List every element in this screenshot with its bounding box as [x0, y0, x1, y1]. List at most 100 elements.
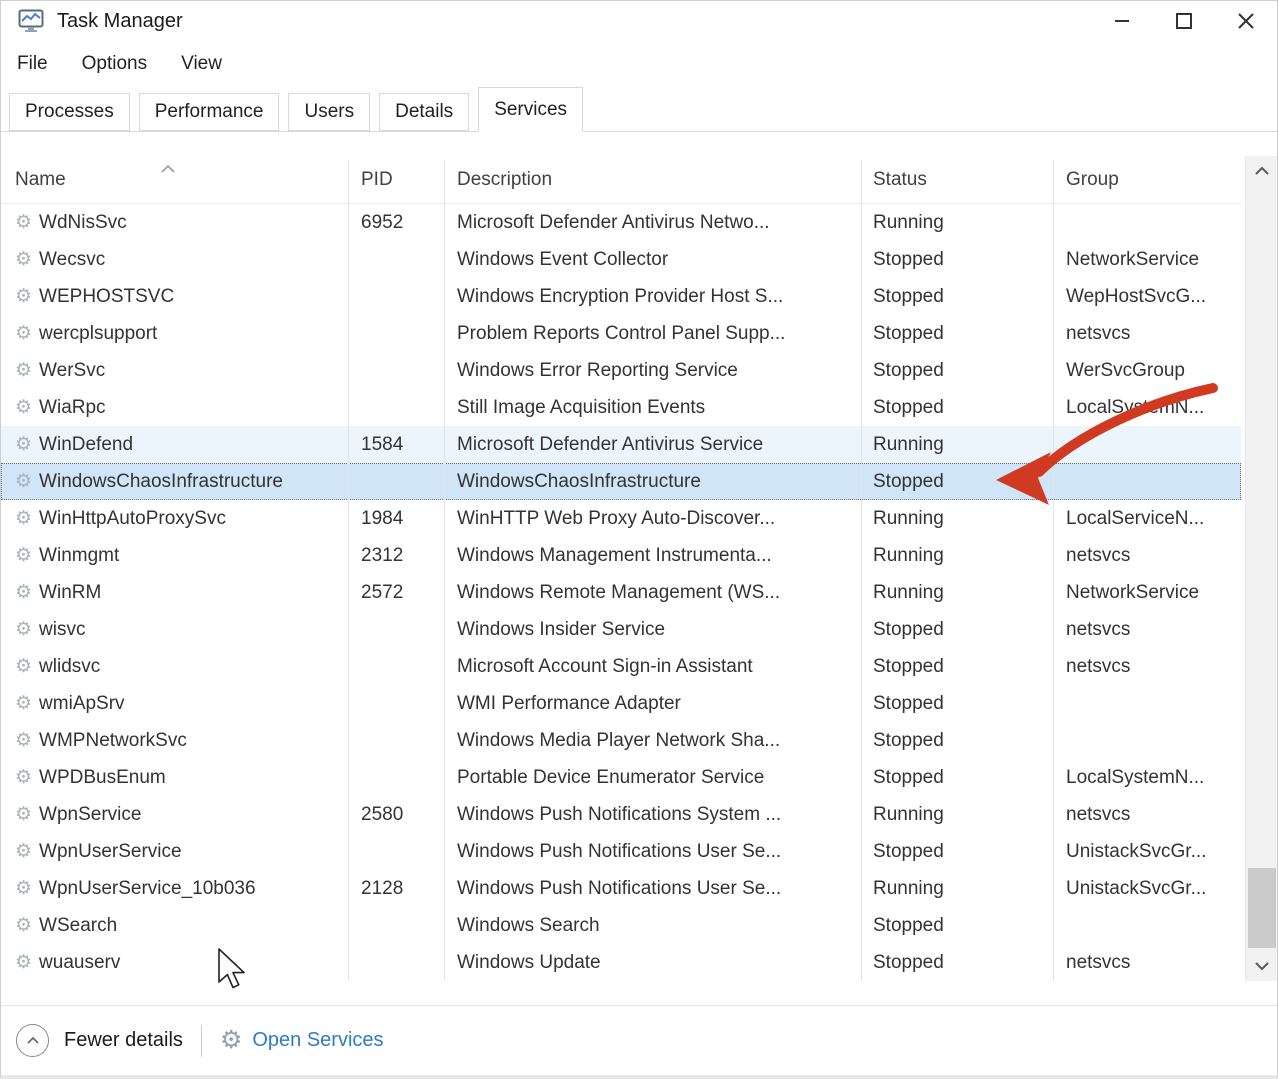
close-button[interactable]	[1215, 1, 1277, 41]
column-header-description[interactable]: Description	[444, 156, 861, 203]
maximize-button[interactable]	[1153, 1, 1215, 41]
service-row[interactable]: ⚙WinHttpAutoProxySvc1984WinHTTP Web Prox…	[1, 500, 1241, 537]
service-status-cell: Stopped	[861, 249, 1053, 271]
service-name-cell: ⚙WpnUserService	[1, 841, 348, 863]
sort-ascending-icon	[161, 157, 175, 179]
service-status-cell: Stopped	[861, 767, 1053, 789]
service-status-cell: Stopped	[861, 841, 1053, 863]
service-name-cell: ⚙WerSvc	[1, 360, 348, 382]
service-status-cell: Stopped	[861, 952, 1053, 974]
service-group-cell: LocalServiceN...	[1053, 508, 1241, 530]
service-name-cell: ⚙Wecsvc	[1, 249, 348, 271]
service-name-cell: ⚙WinRM	[1, 582, 348, 604]
scrollbar-down-button[interactable]	[1246, 951, 1278, 981]
service-gear-icon: ⚙	[15, 842, 32, 861]
footer-bar: Fewer details ⚙ Open Services	[1, 1006, 1277, 1075]
service-row[interactable]: ⚙WinDefend1584Microsoft Defender Antivir…	[1, 426, 1241, 463]
service-description-cell: Windows Media Player Network Sha...	[444, 730, 861, 752]
column-divider[interactable]	[348, 160, 349, 981]
menu-options[interactable]: Options	[78, 51, 151, 77]
menu-view[interactable]: View	[177, 51, 226, 77]
service-name-label: wisvc	[39, 619, 85, 641]
service-gear-icon: ⚙	[15, 694, 32, 713]
service-group-cell: UnistackSvcGr...	[1053, 878, 1241, 900]
service-description-cell: Windows Push Notifications System ...	[444, 804, 861, 826]
tab-processes[interactable]: Processes	[9, 93, 130, 131]
vertical-scrollbar[interactable]	[1245, 156, 1277, 981]
service-description-cell: Windows Push Notifications User Se...	[444, 878, 861, 900]
services-list: Name PID Description Status Group ⚙WdNis…	[1, 156, 1277, 981]
service-gear-icon: ⚙	[15, 472, 32, 491]
service-row[interactable]: ⚙wlidsvcMicrosoft Account Sign-in Assist…	[1, 648, 1241, 685]
column-header-status[interactable]: Status	[861, 156, 1053, 203]
service-row[interactable]: ⚙wercplsupportProblem Reports Control Pa…	[1, 315, 1241, 352]
column-header-pid[interactable]: PID	[348, 156, 444, 203]
service-description-cell: Windows Event Collector	[444, 249, 861, 271]
service-row[interactable]: ⚙WecsvcWindows Event CollectorStoppedNet…	[1, 241, 1241, 278]
titlebar: Task Manager	[1, 1, 1277, 41]
service-row[interactable]: ⚙WinRM2572Windows Remote Management (WS.…	[1, 574, 1241, 611]
service-name-cell: ⚙WEPHOSTSVC	[1, 286, 348, 308]
tab-details[interactable]: Details	[379, 93, 469, 131]
service-name-cell: ⚙wlidsvc	[1, 656, 348, 678]
service-description-cell: WindowsChaosInfrastructure	[444, 471, 861, 493]
service-gear-icon: ⚙	[15, 546, 32, 565]
minimize-button[interactable]	[1091, 1, 1153, 41]
service-row[interactable]: ⚙WMPNetworkSvcWindows Media Player Netwo…	[1, 722, 1241, 759]
tab-users[interactable]: Users	[288, 93, 370, 131]
service-gear-icon: ⚙	[15, 509, 32, 528]
column-divider[interactable]	[444, 160, 445, 981]
service-row[interactable]: ⚙Winmgmt2312Windows Management Instrumen…	[1, 537, 1241, 574]
service-row[interactable]: ⚙WpnService2580Windows Push Notification…	[1, 796, 1241, 833]
service-description-cell: WMI Performance Adapter	[444, 693, 861, 715]
service-description-cell: Windows Update	[444, 952, 861, 974]
service-status-cell: Stopped	[861, 915, 1053, 937]
service-row[interactable]: ⚙wisvcWindows Insider ServiceStoppednets…	[1, 611, 1241, 648]
service-pid-cell: 2580	[348, 804, 444, 826]
column-header-name[interactable]: Name	[1, 156, 348, 203]
service-group-cell: netsvcs	[1053, 804, 1241, 826]
service-gear-icon: ⚙	[15, 287, 32, 306]
service-name-label: WSearch	[39, 915, 117, 937]
service-row[interactable]: ⚙WpnUserServiceWindows Push Notification…	[1, 833, 1241, 870]
service-name-cell: ⚙ WinHttpAutoProxySvc	[1, 508, 348, 530]
service-row[interactable]: ⚙wuauservWindows UpdateStoppednetsvcs	[1, 944, 1241, 981]
service-status-cell: Running	[861, 434, 1053, 456]
window-controls	[1091, 1, 1277, 41]
service-gear-icon: ⚙	[15, 916, 32, 935]
service-name-label: WerSvc	[39, 360, 105, 382]
service-row[interactable]: ⚙WindowsChaosInfrastructureWindowsChaosI…	[1, 463, 1241, 500]
service-group-cell: NetworkService	[1053, 582, 1241, 604]
column-header-name-label: Name	[15, 169, 66, 191]
open-services-link[interactable]: ⚙ Open Services	[220, 1028, 384, 1053]
service-name-label: wuauserv	[39, 952, 120, 974]
service-status-cell: Running	[861, 545, 1053, 567]
service-pid-cell: 2312	[348, 545, 444, 567]
service-name-label: WpnService	[39, 804, 141, 826]
service-row[interactable]: ⚙WPDBusEnumPortable Device Enumerator Se…	[1, 759, 1241, 796]
column-header-group[interactable]: Group	[1053, 156, 1241, 203]
service-row[interactable]: ⚙WerSvcWindows Error Reporting ServiceSt…	[1, 352, 1241, 389]
scrollbar-thumb[interactable]	[1248, 868, 1276, 948]
service-name-label: wlidsvc	[39, 656, 100, 678]
service-row[interactable]: ⚙WSearchWindows SearchStopped	[1, 907, 1241, 944]
service-row[interactable]: ⚙WEPHOSTSVCWindows Encryption Provider H…	[1, 278, 1241, 315]
fewer-details-button[interactable]: Fewer details	[16, 1024, 183, 1057]
service-row[interactable]: ⚙WiaRpcStill Image Acquisition EventsSto…	[1, 389, 1241, 426]
service-name-label: wmiApSrv	[39, 693, 125, 715]
scrollbar-up-button[interactable]	[1246, 156, 1278, 186]
service-name-label: Wecsvc	[39, 249, 105, 271]
service-name-label: WinHttpAutoProxySvc	[39, 508, 226, 530]
service-row[interactable]: ⚙WdNisSvc6952Microsoft Defender Antiviru…	[1, 204, 1241, 241]
service-name-cell: ⚙wuauserv	[1, 952, 348, 974]
column-divider[interactable]	[861, 160, 862, 981]
service-gear-icon: ⚙	[15, 583, 32, 602]
maximize-icon	[1175, 12, 1193, 30]
tab-performance[interactable]: Performance	[139, 93, 280, 131]
service-row[interactable]: ⚙WpnUserService_10b0362128Windows Push N…	[1, 870, 1241, 907]
tab-services[interactable]: Services	[478, 87, 583, 132]
menu-file[interactable]: File	[13, 51, 52, 77]
column-divider[interactable]	[1053, 160, 1054, 981]
service-pid-cell: 2128	[348, 878, 444, 900]
service-row[interactable]: ⚙wmiApSrvWMI Performance AdapterStopped	[1, 685, 1241, 722]
